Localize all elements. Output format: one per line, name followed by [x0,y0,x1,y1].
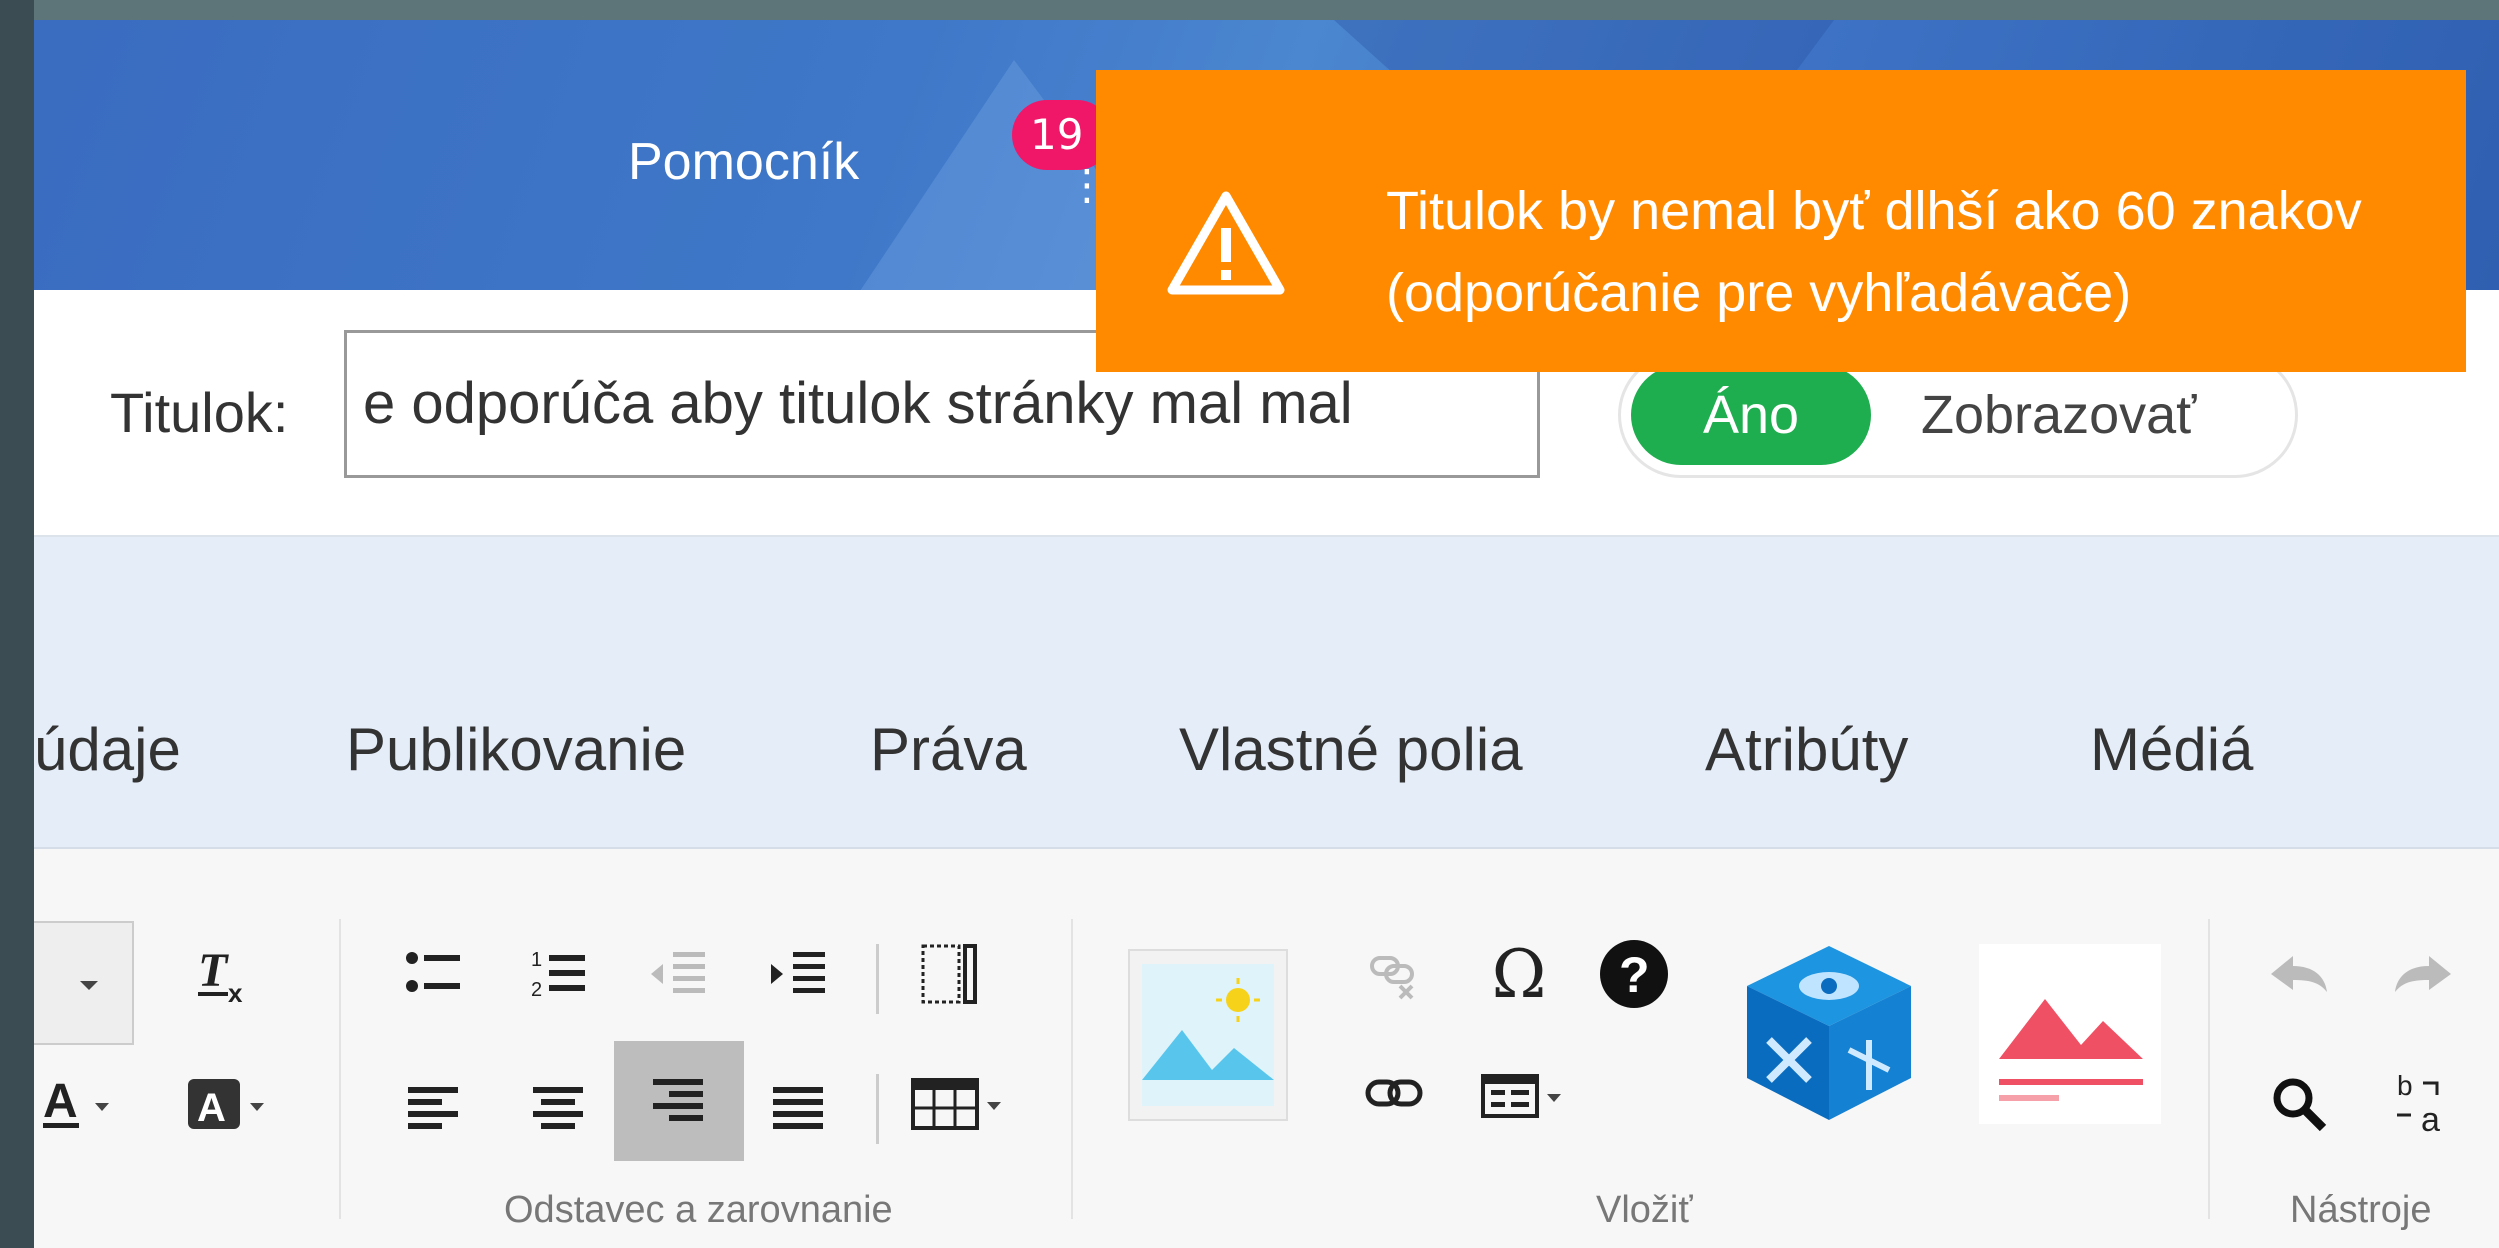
search-icon [2273,1078,2327,1132]
decrease-indent-button[interactable] [634,934,724,1014]
title-label: Titulok: [110,381,289,444]
tab-vlastne-polia[interactable]: Vlastné polia [1179,715,1523,784]
background-strip [0,0,2499,20]
banner-icon [1999,999,2143,1101]
link-button[interactable] [1354,1054,1434,1134]
unlink-icon [1370,956,1414,1000]
omega-icon: Ω [1491,935,1547,1013]
svg-text:?: ? [1619,947,1650,1003]
link-icon [1365,1079,1423,1107]
editor-window: Pomocník 19 ⋮ Titulok by nemal byť dlhší… [34,20,2499,1248]
background-color-button[interactable]: A [184,1064,284,1144]
bulleted-list-button[interactable] [389,934,479,1014]
question-circle-icon: ? [1600,940,1668,1008]
svg-text:A: A [197,1086,226,1130]
outdent-icon [651,952,705,993]
window-border [0,0,34,1248]
tab-atributy[interactable]: Atribúty [1705,715,1908,784]
table-icon [911,1078,1001,1130]
clear-format-icon: T x [198,944,243,1006]
align-justify-icon [773,1087,823,1129]
numbered-list-icon: 1 2 [531,949,585,1001]
insert-image-button[interactable] [1128,949,1288,1121]
align-right-icon [653,1079,703,1121]
background-color-icon: A [188,1079,264,1130]
clear-formatting-button[interactable]: T x [184,934,264,1014]
show-blocks-button[interactable] [904,934,994,1014]
svg-text:b: b [2397,1070,2413,1101]
undo-icon [2271,956,2327,992]
insert-form-button[interactable] [1474,1054,1584,1134]
svg-text:T: T [198,944,229,997]
help-link[interactable]: Pomocník [628,132,859,192]
increase-indent-button[interactable] [754,934,844,1014]
unlink-button[interactable] [1354,934,1434,1014]
form-icon [1481,1074,1561,1118]
group-label-insert: Vložiť [1596,1189,1693,1231]
toggle-on-label[interactable]: Áno [1631,365,1871,465]
svg-text:x: x [228,978,243,1006]
group-label-tools: Nástroje [2290,1189,2432,1231]
align-right-button[interactable] [614,1041,744,1161]
svg-text:a: a [2421,1101,2440,1139]
tab-publikovanie[interactable]: Publikovanie [346,715,686,784]
warning-toast[interactable]: Titulok by nemal byť dlhší ako 60 znakov… [1096,70,2466,372]
indent-icon [771,952,825,993]
svg-text:A: A [43,1075,78,1128]
table-button[interactable] [904,1064,1014,1144]
undo-button[interactable] [2254,934,2344,1014]
group-label-paragraph: Odstavec a zarovnanie [504,1189,893,1231]
svg-text:2: 2 [531,979,542,1001]
align-center-icon [533,1087,583,1129]
insert-component-button[interactable] [1736,937,1921,1127]
tab-prava[interactable]: Práva [870,715,1027,784]
toggle-off-label[interactable]: Zobrazovať [1921,365,2196,465]
replace-button[interactable]: b a [2378,1059,2468,1149]
align-left-button[interactable] [389,1069,479,1149]
justify-button[interactable] [754,1069,844,1149]
show-blocks-icon [921,944,977,1004]
tab-media[interactable]: Médiá [2090,715,2253,784]
help-button[interactable]: ? [1589,929,1679,1019]
tab-udaje[interactable]: údaje [34,715,181,784]
tab-bar: údaje Publikovanie Práva Vlastné polia A… [34,537,2499,849]
find-button[interactable] [2254,1064,2344,1144]
toast-message: Titulok by nemal byť dlhší ako 60 znakov… [1386,181,2362,323]
align-center-button[interactable] [514,1069,604,1149]
chevron-down-icon [80,981,98,990]
bullet-list-icon [406,952,460,992]
align-left-icon [408,1087,458,1129]
editor-toolbar: T x A A 1 2 Odstavec a zarovnanie Ω ? Vl… [34,849,2499,1248]
numbered-list-button[interactable]: 1 2 [514,934,604,1014]
svg-text:1: 1 [531,949,542,971]
font-size-dropdown[interactable] [34,921,134,1045]
redo-button[interactable] [2378,934,2468,1014]
image-icon [1142,964,1274,1106]
special-character-button[interactable]: Ω [1474,929,1564,1019]
warning-triangle-icon [1167,191,1285,295]
text-color-icon: A [43,1075,109,1128]
insert-banner-button[interactable] [1979,944,2161,1124]
component-cube-icon [1746,945,1911,1120]
text-color-button[interactable]: A [34,1064,134,1144]
find-replace-icon: b a [2397,1070,2440,1139]
redo-icon [2395,956,2451,992]
